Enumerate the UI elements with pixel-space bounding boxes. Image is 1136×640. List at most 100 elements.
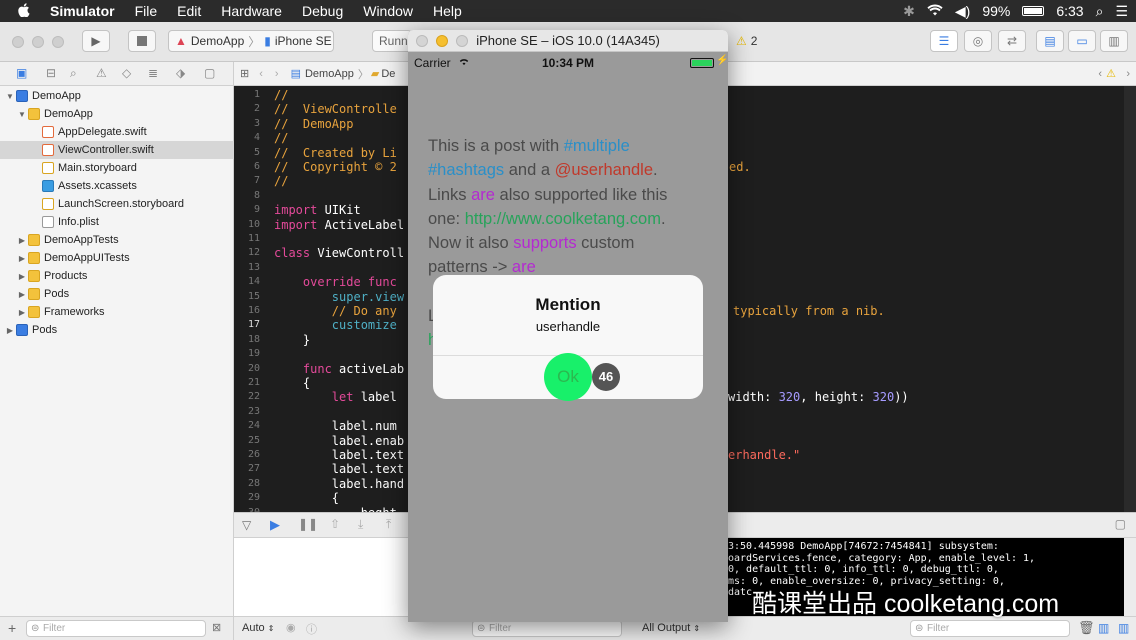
disclosure-closed-icon[interactable]: ▶ xyxy=(16,254,28,263)
related-items-icon[interactable]: ⊞ xyxy=(240,67,249,80)
nav-item-group-demoapp[interactable]: ▼ DemoApp xyxy=(0,105,234,123)
menu-window[interactable]: Window xyxy=(353,3,423,19)
test-navigator-icon[interactable]: ◇ xyxy=(122,66,131,80)
minimize-window-button[interactable] xyxy=(436,35,448,47)
battery-percent[interactable]: 99% xyxy=(982,3,1010,19)
clock[interactable]: 6:33 xyxy=(1056,3,1083,19)
step-out-icon[interactable]: ⤒ xyxy=(386,517,391,532)
output-select[interactable]: All Output ⇕ xyxy=(642,622,700,634)
line-number: 23 xyxy=(247,405,260,417)
nav-item-project-pods[interactable]: ▶ Pods xyxy=(0,321,234,339)
scheme-selector[interactable]: ▲ DemoApp 〉 ▮ iPhone SE xyxy=(168,30,334,52)
zoom-window-button[interactable] xyxy=(456,35,468,47)
variables-scope-select[interactable]: Auto ⇕ xyxy=(242,622,274,634)
nav-item-launchscreen[interactable]: LaunchScreen.storyboard xyxy=(0,195,234,213)
trash-icon[interactable]: 🗑 xyxy=(1078,620,1095,636)
version-editor-button[interactable]: ⇄ xyxy=(998,30,1026,52)
nav-item-appdelegate[interactable]: AppDelegate.swift xyxy=(0,123,234,141)
nav-item-project-demoapp[interactable]: ▼ DemoApp xyxy=(0,87,234,105)
disclosure-closed-icon[interactable]: ▶ xyxy=(16,290,28,299)
custom-pattern-link[interactable]: are xyxy=(512,258,536,276)
step-over-icon[interactable]: ⇧ xyxy=(330,517,340,531)
nav-item-viewcontroller[interactable]: ViewController.swift xyxy=(0,141,234,159)
close-window-button[interactable] xyxy=(12,36,24,48)
volume-icon[interactable]: ◀) xyxy=(955,3,970,20)
spotlight-search-icon[interactable]: ⌕ xyxy=(1096,3,1104,20)
bluetooth-icon[interactable]: ✱ xyxy=(903,3,915,20)
warning-icon[interactable]: ⚠ xyxy=(1106,67,1116,80)
hashtag-link[interactable]: #multiple xyxy=(564,137,630,155)
menu-file[interactable]: File xyxy=(125,3,168,19)
console-filter-field[interactable]: ⊜ Filter xyxy=(910,620,1070,637)
disclosure-closed-icon[interactable]: ▶ xyxy=(4,326,16,335)
menu-edit[interactable]: Edit xyxy=(167,3,211,19)
alert-ok-button[interactable]: Ok xyxy=(544,353,592,401)
clear-console-icon[interactable]: ▢ xyxy=(1115,517,1126,531)
split-view-left-icon[interactable]: ▥ xyxy=(1098,621,1109,635)
stop-button[interactable] xyxy=(128,30,156,52)
disclosure-open-icon[interactable]: ▼ xyxy=(16,110,28,119)
split-view-right-icon[interactable]: ▥ xyxy=(1118,621,1129,635)
toggle-utilities-button[interactable]: ▥ xyxy=(1100,30,1128,52)
custom-pattern-link[interactable]: are xyxy=(471,186,495,204)
breakpoint-navigator-icon[interactable]: ⬗ xyxy=(176,66,185,80)
disclosure-closed-icon[interactable]: ▶ xyxy=(16,308,28,317)
menu-app-name[interactable]: Simulator xyxy=(40,3,125,19)
wifi-icon[interactable] xyxy=(927,3,943,19)
toggle-navigator-button[interactable]: ▤ xyxy=(1036,30,1064,52)
debug-navigator-icon[interactable]: ≣ xyxy=(148,66,158,80)
toggle-debug-area-button[interactable]: ▭ xyxy=(1068,30,1096,52)
add-file-icon[interactable]: + xyxy=(8,620,16,636)
apple-menu-icon[interactable] xyxy=(0,2,40,20)
url-link[interactable]: http://www.coolketang.com xyxy=(465,210,661,228)
next-issue-icon[interactable]: › xyxy=(1126,68,1130,80)
issue-navigator-icon[interactable]: ⚠ xyxy=(96,66,107,80)
forward-arrow-icon[interactable]: › xyxy=(275,68,279,80)
nav-item-demoappuitests[interactable]: ▶ DemoAppUITests xyxy=(0,249,234,267)
nav-item-pods-group[interactable]: ▶ Pods xyxy=(0,285,234,303)
symbol-navigator-icon[interactable]: ⊟ xyxy=(46,66,56,80)
nav-item-demoapptests[interactable]: ▶ DemoAppTests xyxy=(0,231,234,249)
disclosure-open-icon[interactable]: ▼ xyxy=(4,92,16,101)
custom-pattern-link[interactable]: supports xyxy=(513,234,576,252)
nav-item-assets[interactable]: Assets.xcassets xyxy=(0,177,234,195)
project-navigator-icon[interactable]: ▣ xyxy=(16,66,27,80)
mention-link[interactable]: @userhandle xyxy=(555,161,653,179)
navigator-filter-field[interactable]: ⊜ Filter xyxy=(26,620,206,637)
zoom-window-button[interactable] xyxy=(52,36,64,48)
menu-debug[interactable]: Debug xyxy=(292,3,353,19)
warning-indicator[interactable]: ⚠ 2 xyxy=(730,30,762,52)
info-icon[interactable]: ⓘ xyxy=(306,621,317,637)
recent-files-icon[interactable]: ⊠ xyxy=(212,621,221,634)
jump-bar-project[interactable]: DemoApp xyxy=(305,68,354,80)
battery-icon[interactable] xyxy=(1022,6,1045,16)
previous-issue-icon[interactable]: ‹ xyxy=(1098,68,1102,80)
eye-icon[interactable]: ◉ xyxy=(286,621,296,634)
hashtag-link[interactable]: #hashtags xyxy=(428,161,504,179)
jump-bar-folder[interactable]: De xyxy=(381,68,395,80)
breakpoints-toggle-icon[interactable]: ▶ xyxy=(270,517,280,533)
pause-icon[interactable]: ❚❚ xyxy=(298,517,318,531)
disclosure-closed-icon[interactable]: ▶ xyxy=(16,272,28,281)
close-window-button[interactable] xyxy=(416,35,428,47)
nav-item-infoplist[interactable]: Info.plist xyxy=(0,213,234,231)
editor-scrollbar[interactable] xyxy=(1124,86,1136,512)
menu-hardware[interactable]: Hardware xyxy=(211,3,292,19)
run-button[interactable]: ▶ xyxy=(82,30,110,52)
disclosure-closed-icon[interactable]: ▶ xyxy=(16,236,28,245)
find-navigator-icon[interactable]: ⌕ xyxy=(70,66,77,81)
nav-item-frameworks[interactable]: ▶ Frameworks xyxy=(0,303,234,321)
back-arrow-icon[interactable]: ‹ xyxy=(259,68,263,80)
step-into-icon[interactable]: ⤓ xyxy=(358,517,363,532)
stop-icon xyxy=(137,36,147,46)
hide-debug-area-icon[interactable]: ▽ xyxy=(242,518,251,532)
minimize-window-button[interactable] xyxy=(32,36,44,48)
notification-center-icon[interactable]: ☰ xyxy=(1115,3,1128,20)
menu-help[interactable]: Help xyxy=(423,3,472,19)
report-navigator-icon[interactable]: ▢ xyxy=(204,66,215,80)
nav-item-main-storyboard[interactable]: Main.storyboard xyxy=(0,159,234,177)
nav-item-products[interactable]: ▶ Products xyxy=(0,267,234,285)
variables-filter-field[interactable]: ⊜ Filter xyxy=(472,620,622,637)
standard-editor-button[interactable]: ☰ xyxy=(930,30,958,52)
assistant-editor-button[interactable]: ◎ xyxy=(964,30,992,52)
